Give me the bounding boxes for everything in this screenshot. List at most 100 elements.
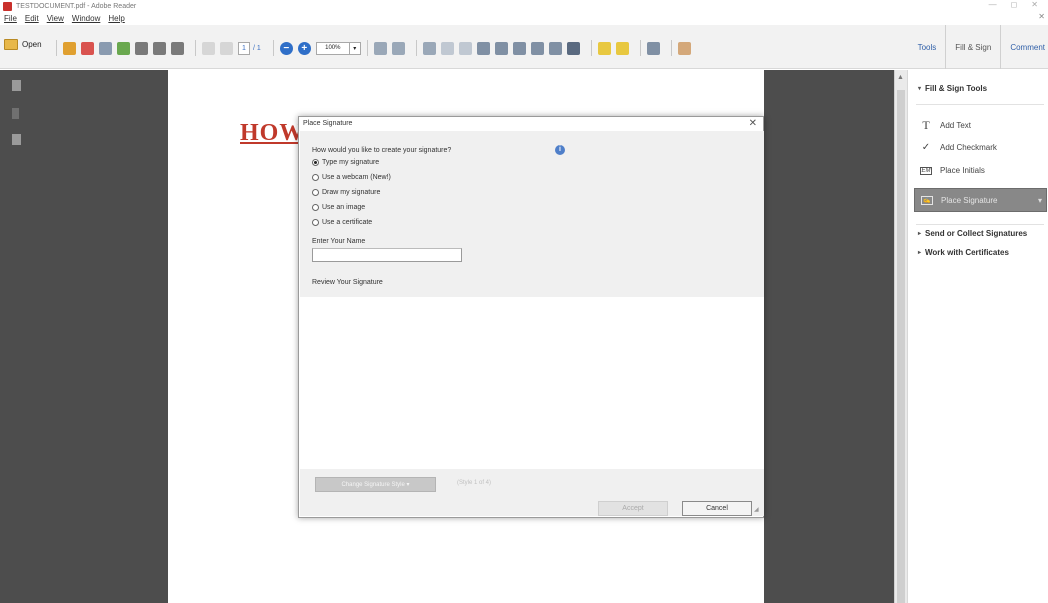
- toolbar-separator: [590, 40, 592, 56]
- option-label: Use a webcam (New!): [322, 174, 391, 181]
- window-titlebar: TESTDOCUMENT.pdf - Adobe Reader — ◻ ✕: [0, 0, 1048, 12]
- print-icon[interactable]: [153, 41, 166, 55]
- fill-sign-tools-header[interactable]: ▾ Fill & Sign Tools: [918, 84, 987, 93]
- open-button[interactable]: Open: [4, 39, 42, 50]
- email-icon[interactable]: [171, 41, 184, 55]
- help-icon[interactable]: i: [555, 145, 565, 155]
- accept-button[interactable]: Accept: [598, 501, 668, 516]
- option-webcam[interactable]: Use a webcam (New!): [312, 174, 391, 181]
- attachments-icon[interactable]: [12, 108, 19, 119]
- add-checkmark-label: Add Checkmark: [940, 143, 997, 152]
- style-counter: (Style 1 of 4): [457, 480, 492, 486]
- resize-grip-icon[interactable]: ◢: [754, 506, 762, 514]
- find-icon[interactable]: [566, 41, 580, 55]
- option-type-signature[interactable]: Type my signature: [312, 159, 379, 166]
- cancel-button[interactable]: Cancel: [682, 501, 752, 516]
- radio-button[interactable]: [312, 204, 319, 211]
- export-pdf-icon[interactable]: [81, 41, 94, 55]
- fill-sign-tools-label: Fill & Sign Tools: [925, 84, 988, 93]
- place-signature-dialog: Place Signature ✕ How would you like to …: [298, 116, 764, 518]
- add-text-tool[interactable]: T Add Text: [920, 118, 971, 133]
- dialog-titlebar[interactable]: Place Signature ✕: [299, 117, 763, 131]
- sticky-note-icon[interactable]: [615, 41, 629, 55]
- tab-comment[interactable]: Comment: [1000, 25, 1048, 69]
- minimize-button[interactable]: —: [989, 0, 997, 9]
- scroll-up-icon[interactable]: ▲: [897, 74, 904, 81]
- close-document-icon[interactable]: ✕: [1038, 12, 1045, 21]
- maximize-button[interactable]: ◻: [1011, 0, 1018, 9]
- radio-button-checked[interactable]: [312, 159, 319, 166]
- radio-button[interactable]: [312, 189, 319, 196]
- comment-icon[interactable]: [597, 41, 611, 55]
- zoom-in-button[interactable]: +: [297, 41, 311, 55]
- menu-help[interactable]: Help: [108, 14, 124, 23]
- scrollbar-thumb[interactable]: [897, 90, 905, 603]
- fit-width-icon[interactable]: [391, 41, 405, 55]
- option-label: Use an image: [322, 204, 366, 211]
- radio-button[interactable]: [312, 219, 319, 226]
- copy-icon[interactable]: [494, 41, 508, 55]
- work-with-certificates-header[interactable]: ▸ Work with Certificates: [918, 248, 1009, 257]
- create-pdf-icon[interactable]: [63, 41, 76, 55]
- fit-page-icon[interactable]: [373, 41, 387, 55]
- menu-view[interactable]: View: [47, 14, 64, 23]
- place-signature-tool[interactable]: ✍ Place Signature ▾: [914, 188, 1047, 212]
- toolbar-separator: [56, 40, 57, 56]
- edit-pdf-icon[interactable]: [99, 41, 112, 55]
- option-label: Draw my signature: [322, 189, 381, 196]
- snapshot-icon[interactable]: [530, 41, 544, 55]
- zoom-input[interactable]: 100%: [315, 41, 350, 55]
- radio-button[interactable]: [312, 174, 319, 181]
- paste-icon[interactable]: [512, 41, 526, 55]
- rotate-icon[interactable]: [440, 41, 454, 55]
- toolbar-separator: [272, 40, 274, 56]
- option-use-certificate[interactable]: Use a certificate: [312, 219, 372, 226]
- page-number-input[interactable]: 1: [238, 41, 250, 55]
- add-text-label: Add Text: [940, 121, 971, 130]
- add-checkmark-tool[interactable]: ✓ Add Checkmark: [920, 142, 997, 153]
- close-icon[interactable]: ✕: [749, 118, 757, 129]
- document-heading: HOW: [240, 120, 305, 146]
- tab-fill-sign[interactable]: Fill & Sign: [945, 25, 1000, 69]
- option-draw-signature[interactable]: Draw my signature: [312, 189, 380, 196]
- window-controls: — ◻ ✕: [989, 0, 1038, 9]
- read-mode-icon[interactable]: [422, 41, 436, 55]
- menu-window[interactable]: Window: [72, 14, 100, 23]
- zoom-dropdown-icon[interactable]: ▾: [349, 41, 361, 55]
- adobe-reader-icon: [3, 1, 12, 11]
- highlight-icon[interactable]: [458, 41, 472, 55]
- page-total: / 1: [253, 44, 261, 52]
- chevron-down-icon[interactable]: ▾: [1038, 196, 1042, 205]
- collapse-arrow-icon: ▾: [918, 86, 922, 92]
- page-thumbnails-icon[interactable]: [12, 80, 21, 91]
- toolbar-separator: [639, 40, 641, 56]
- toolbar-separator: [670, 40, 672, 56]
- menu-edit[interactable]: Edit: [25, 14, 39, 23]
- task-pane-tabs: Tools Fill & Sign Comment: [909, 25, 1048, 69]
- vertical-scrollbar[interactable]: ▲: [894, 70, 907, 603]
- bookmarks-icon[interactable]: [12, 134, 21, 145]
- cut-icon[interactable]: [476, 41, 490, 55]
- checkmark-icon: ✓: [921, 142, 931, 153]
- expand-icon[interactable]: [646, 41, 660, 55]
- save-icon[interactable]: [135, 41, 148, 55]
- search-icon[interactable]: [548, 41, 562, 55]
- previous-page-icon[interactable]: [202, 41, 215, 55]
- signature-method-question: How would you like to create your signat…: [312, 147, 452, 154]
- pane-divider: [916, 224, 1044, 225]
- name-input[interactable]: [312, 248, 462, 262]
- tab-tools[interactable]: Tools: [909, 25, 946, 69]
- hand-tool-icon[interactable]: [677, 41, 691, 55]
- next-page-icon[interactable]: [220, 41, 233, 55]
- zoom-out-button[interactable]: −: [279, 41, 293, 55]
- menu-file[interactable]: File: [4, 14, 17, 23]
- toolbar-separator: [195, 40, 196, 56]
- send-collect-signatures-header[interactable]: ▸ Send or Collect Signatures: [918, 229, 1027, 238]
- place-initials-tool[interactable]: EM Place Initials: [920, 166, 985, 175]
- option-use-image[interactable]: Use an image: [312, 204, 365, 211]
- share-icon[interactable]: [117, 41, 130, 55]
- close-window-button[interactable]: ✕: [1031, 0, 1038, 9]
- review-signature-label: Review Your Signature: [312, 279, 383, 286]
- change-signature-style-button[interactable]: Change Signature Style ▾: [315, 477, 436, 492]
- option-label: Type my signature: [322, 159, 380, 166]
